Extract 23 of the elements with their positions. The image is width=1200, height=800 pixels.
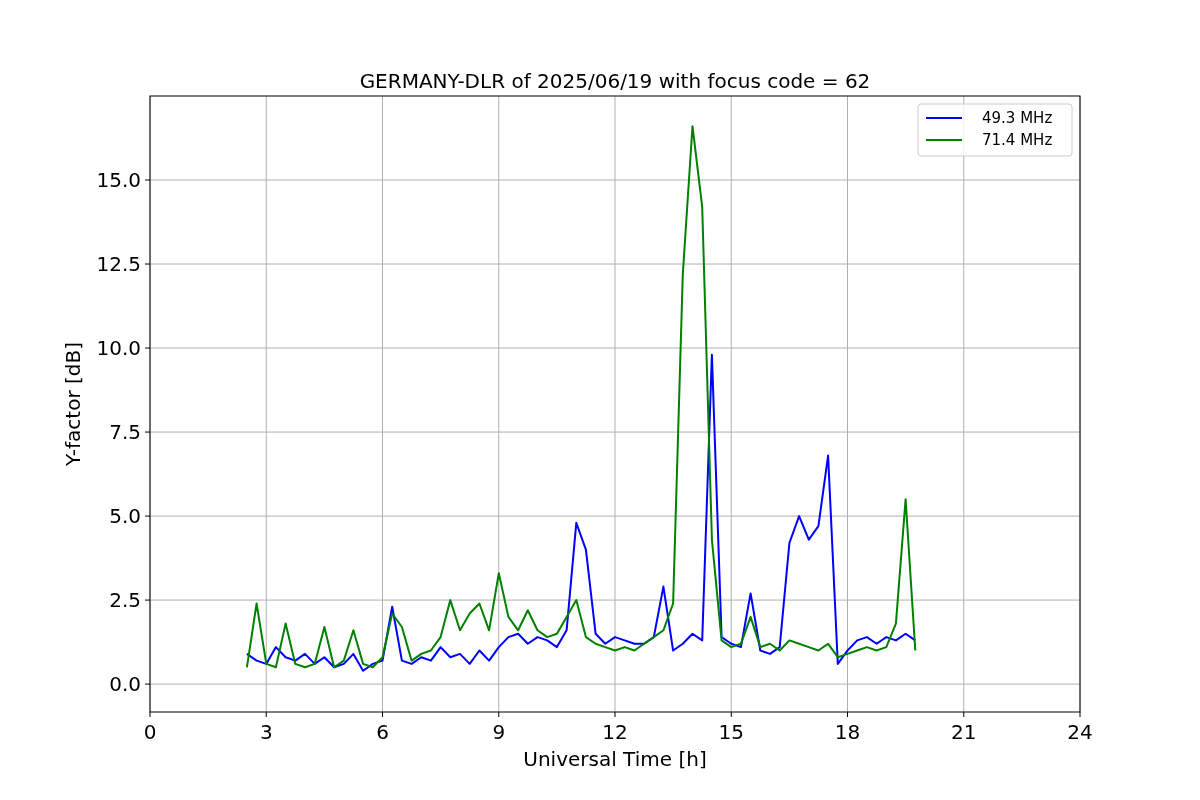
y-tick-label: 15.0 bbox=[96, 168, 141, 192]
y-tick-label: 10.0 bbox=[96, 336, 141, 361]
x-axis-label: Universal Time [h] bbox=[523, 747, 707, 771]
chart-title: GERMANY-DLR of 2025/06/19 with focus code = 62 bbox=[359, 69, 871, 93]
legend-line bbox=[925, 117, 963, 119]
y-tick-label: 7.5 bbox=[109, 420, 141, 445]
x-tick-label: 0 bbox=[143, 720, 157, 744]
y-axis-label: Y-factor [dB] bbox=[61, 342, 85, 466]
x-tick-label: 24 bbox=[1067, 720, 1093, 744]
y-tick-label: 5.0 bbox=[109, 504, 141, 529]
x-tick-label: 18 bbox=[834, 720, 861, 744]
y-tick-label: 12.5 bbox=[96, 252, 141, 277]
x-tick-label: 9 bbox=[492, 720, 506, 744]
y-tick-label: 2.5 bbox=[109, 588, 141, 613]
x-tick-label: 21 bbox=[951, 720, 977, 744]
x-tick-label: 15 bbox=[718, 720, 744, 744]
x-tick-label: 3 bbox=[259, 720, 273, 744]
legend-label: 71.4 MHz bbox=[982, 131, 1053, 149]
x-tick-label: 6 bbox=[376, 720, 389, 744]
legend-label: 49.3 MHz bbox=[982, 109, 1053, 127]
y-tick-label: 0.0 bbox=[109, 672, 141, 697]
legend-line bbox=[925, 139, 963, 141]
x-tick-label: 12 bbox=[602, 720, 628, 744]
